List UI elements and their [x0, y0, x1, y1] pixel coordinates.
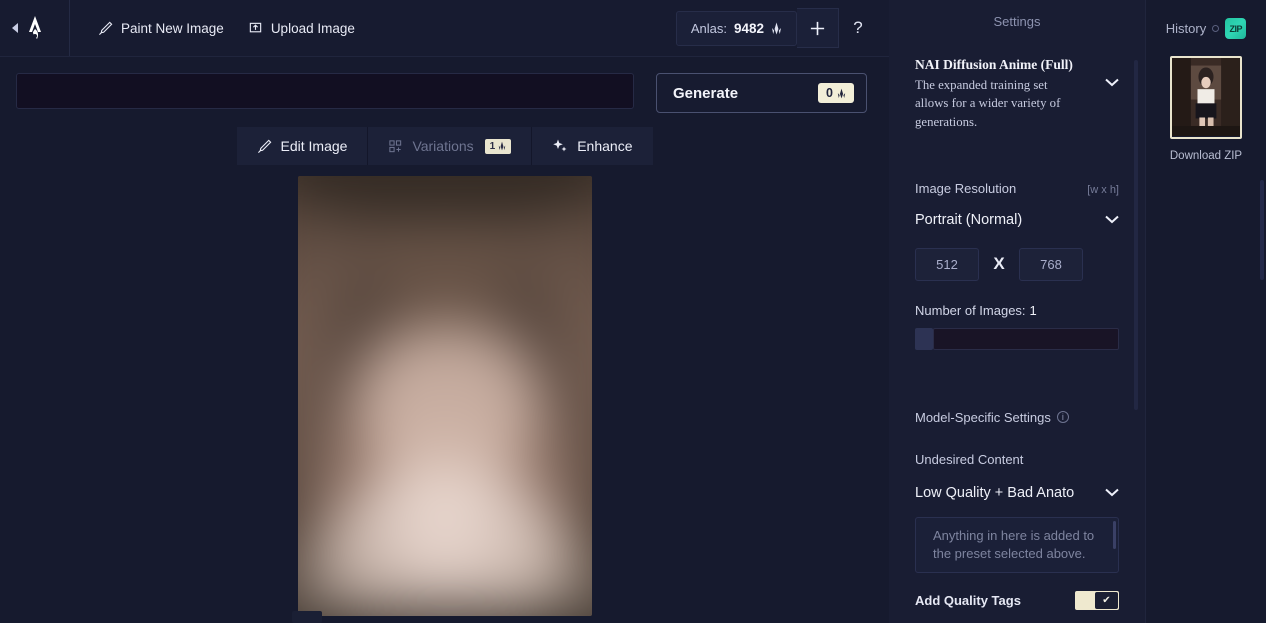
- history-panel: History ZIP Download ZIP: [1145, 0, 1266, 623]
- upload-icon: [249, 22, 262, 32]
- chevron-down-icon: [1105, 488, 1119, 497]
- checkmark-icon: ✔: [1102, 594, 1111, 606]
- variations-cost-badge: 1: [484, 138, 512, 154]
- model-specific-settings-label: Model-Specific Settings: [915, 409, 1051, 425]
- top-bar-right-group: Anlas: 9482 ?: [675, 0, 877, 56]
- history-status-dot-icon: [1212, 25, 1220, 32]
- dimension-separator: X: [993, 254, 1005, 274]
- history-thumbnail[interactable]: [1170, 56, 1242, 139]
- add-anlas-button[interactable]: [797, 8, 839, 48]
- history-header: History ZIP: [1146, 0, 1266, 39]
- number-of-images-slider[interactable]: [915, 327, 1119, 350]
- grid-plus-icon: [389, 139, 402, 152]
- tab-variations-label: Variations: [412, 138, 474, 154]
- tab-enhance-label: Enhance: [577, 138, 633, 154]
- generate-label: Generate: [673, 84, 739, 102]
- tab-edit-image-label: Edit Image: [280, 138, 348, 154]
- chevron-down-icon: [1105, 215, 1119, 224]
- image-resolution-hint: [w x h]: [1087, 183, 1119, 196]
- tab-edit-image[interactable]: Edit Image: [236, 127, 369, 165]
- model-text-group: NAI Diffusion Anime (Full) The expanded …: [915, 56, 1073, 131]
- paint-new-image-button[interactable]: Paint New Image: [88, 14, 234, 43]
- add-quality-tags-toggle[interactable]: ✔: [1075, 590, 1119, 610]
- generated-image-content: [297, 176, 592, 616]
- anlas-icon: [837, 88, 846, 98]
- number-of-images-value: 1: [1029, 302, 1037, 318]
- tab-variations[interactable]: Variations 1: [368, 127, 533, 165]
- undesired-content-textarea[interactable]: Anything in here is added to the preset …: [915, 516, 1119, 573]
- brand-zone: [0, 0, 70, 56]
- settings-panel-title: Settings: [993, 14, 1041, 29]
- undesired-content-label: Undesired Content: [915, 451, 1024, 467]
- upload-image-label: Upload Image: [270, 20, 355, 36]
- image-toolbar-stub[interactable]: [292, 611, 322, 623]
- settings-scroll-content: NAI Diffusion Anime (Full) The expanded …: [889, 40, 1145, 623]
- download-zip-button[interactable]: Download ZIP: [1146, 150, 1266, 162]
- prompt-row: Generate 0: [0, 57, 889, 113]
- undesired-content-preset-value: Low Quality + Bad Anatomy: [915, 484, 1075, 501]
- anlas-icon: [772, 22, 781, 34]
- image-resolution-label: Image Resolution: [915, 180, 1017, 196]
- tab-enhance[interactable]: Enhance: [532, 127, 653, 165]
- width-input[interactable]: [915, 247, 979, 281]
- question-mark-icon: ?: [853, 18, 863, 37]
- generate-cost-badge: 0: [818, 83, 854, 103]
- main-editor-column: Paint New Image Upload Image Anlas: 9482: [0, 0, 889, 623]
- model-name: NAI Diffusion Anime (Full): [915, 57, 1073, 72]
- paint-new-image-label: Paint New Image: [121, 20, 224, 36]
- undesired-content-placeholder: Anything in here is added to the preset …: [933, 527, 1095, 562]
- top-bar-actions: Paint New Image Upload Image: [70, 14, 365, 43]
- history-thumbnail-image: [1172, 58, 1240, 137]
- model-description: The expanded training set allows for a w…: [915, 78, 1061, 129]
- undesired-content-preset-dropdown[interactable]: Low Quality + Bad Anatomy: [915, 485, 1119, 501]
- slider-track: [933, 327, 1119, 350]
- top-bar: Paint New Image Upload Image Anlas: 9482: [0, 0, 889, 57]
- brush-icon: [99, 21, 113, 35]
- zip-download-icon[interactable]: ZIP: [1225, 18, 1247, 39]
- generated-image[interactable]: [297, 176, 592, 616]
- add-quality-tags-row: Add Quality Tags ✔: [915, 590, 1119, 610]
- sparkle-icon: [553, 139, 567, 152]
- novelai-logo-icon[interactable]: [24, 15, 46, 41]
- chevron-down-icon: [1105, 78, 1119, 87]
- info-icon[interactable]: i: [1056, 411, 1069, 424]
- add-quality-tags-label: Add Quality Tags: [915, 592, 1021, 608]
- number-of-images-text: Number of Images:: [915, 302, 1026, 318]
- brush-icon: [257, 139, 271, 153]
- upload-image-button[interactable]: Upload Image: [238, 14, 365, 43]
- height-input[interactable]: [1019, 247, 1083, 281]
- dimension-row: X: [915, 247, 1119, 281]
- prompt-input[interactable]: [16, 73, 634, 109]
- history-title: History: [1165, 21, 1207, 36]
- model-specific-settings-header: Model-Specific Settings i: [915, 410, 1119, 425]
- generate-cost-value: 0: [826, 86, 833, 100]
- generate-button[interactable]: Generate 0: [656, 73, 867, 113]
- collapse-sidebar-arrow-icon[interactable]: [12, 23, 18, 33]
- settings-panel: Settings NAI Diffusion Anime (Full) The …: [889, 0, 1145, 623]
- canvas-area: [0, 165, 889, 623]
- plus-icon: [810, 21, 825, 35]
- variations-cost-value: 1: [489, 140, 496, 152]
- model-selector[interactable]: NAI Diffusion Anime (Full) The expanded …: [915, 56, 1119, 131]
- textarea-scrollbar[interactable]: [1113, 520, 1116, 549]
- history-scrollbar[interactable]: [1260, 180, 1264, 280]
- toggle-knob: ✔: [1095, 591, 1118, 609]
- number-of-images-label: Number of Images: 1: [915, 303, 1119, 318]
- help-button[interactable]: ?: [839, 8, 877, 48]
- anlas-label: Anlas:: [690, 20, 727, 36]
- image-mode-tabs: Edit Image Variations 1 Enhance: [0, 127, 889, 165]
- anlas-balance-button[interactable]: Anlas: 9482: [675, 10, 797, 46]
- image-resolution-header: Image Resolution [w x h]: [915, 181, 1119, 196]
- resolution-preset-dropdown[interactable]: Portrait (Normal): [915, 212, 1119, 228]
- anlas-value: 9482: [733, 20, 764, 36]
- slider-handle[interactable]: [915, 327, 933, 350]
- anlas-icon: [498, 141, 506, 151]
- resolution-preset-value: Portrait (Normal): [915, 211, 1023, 228]
